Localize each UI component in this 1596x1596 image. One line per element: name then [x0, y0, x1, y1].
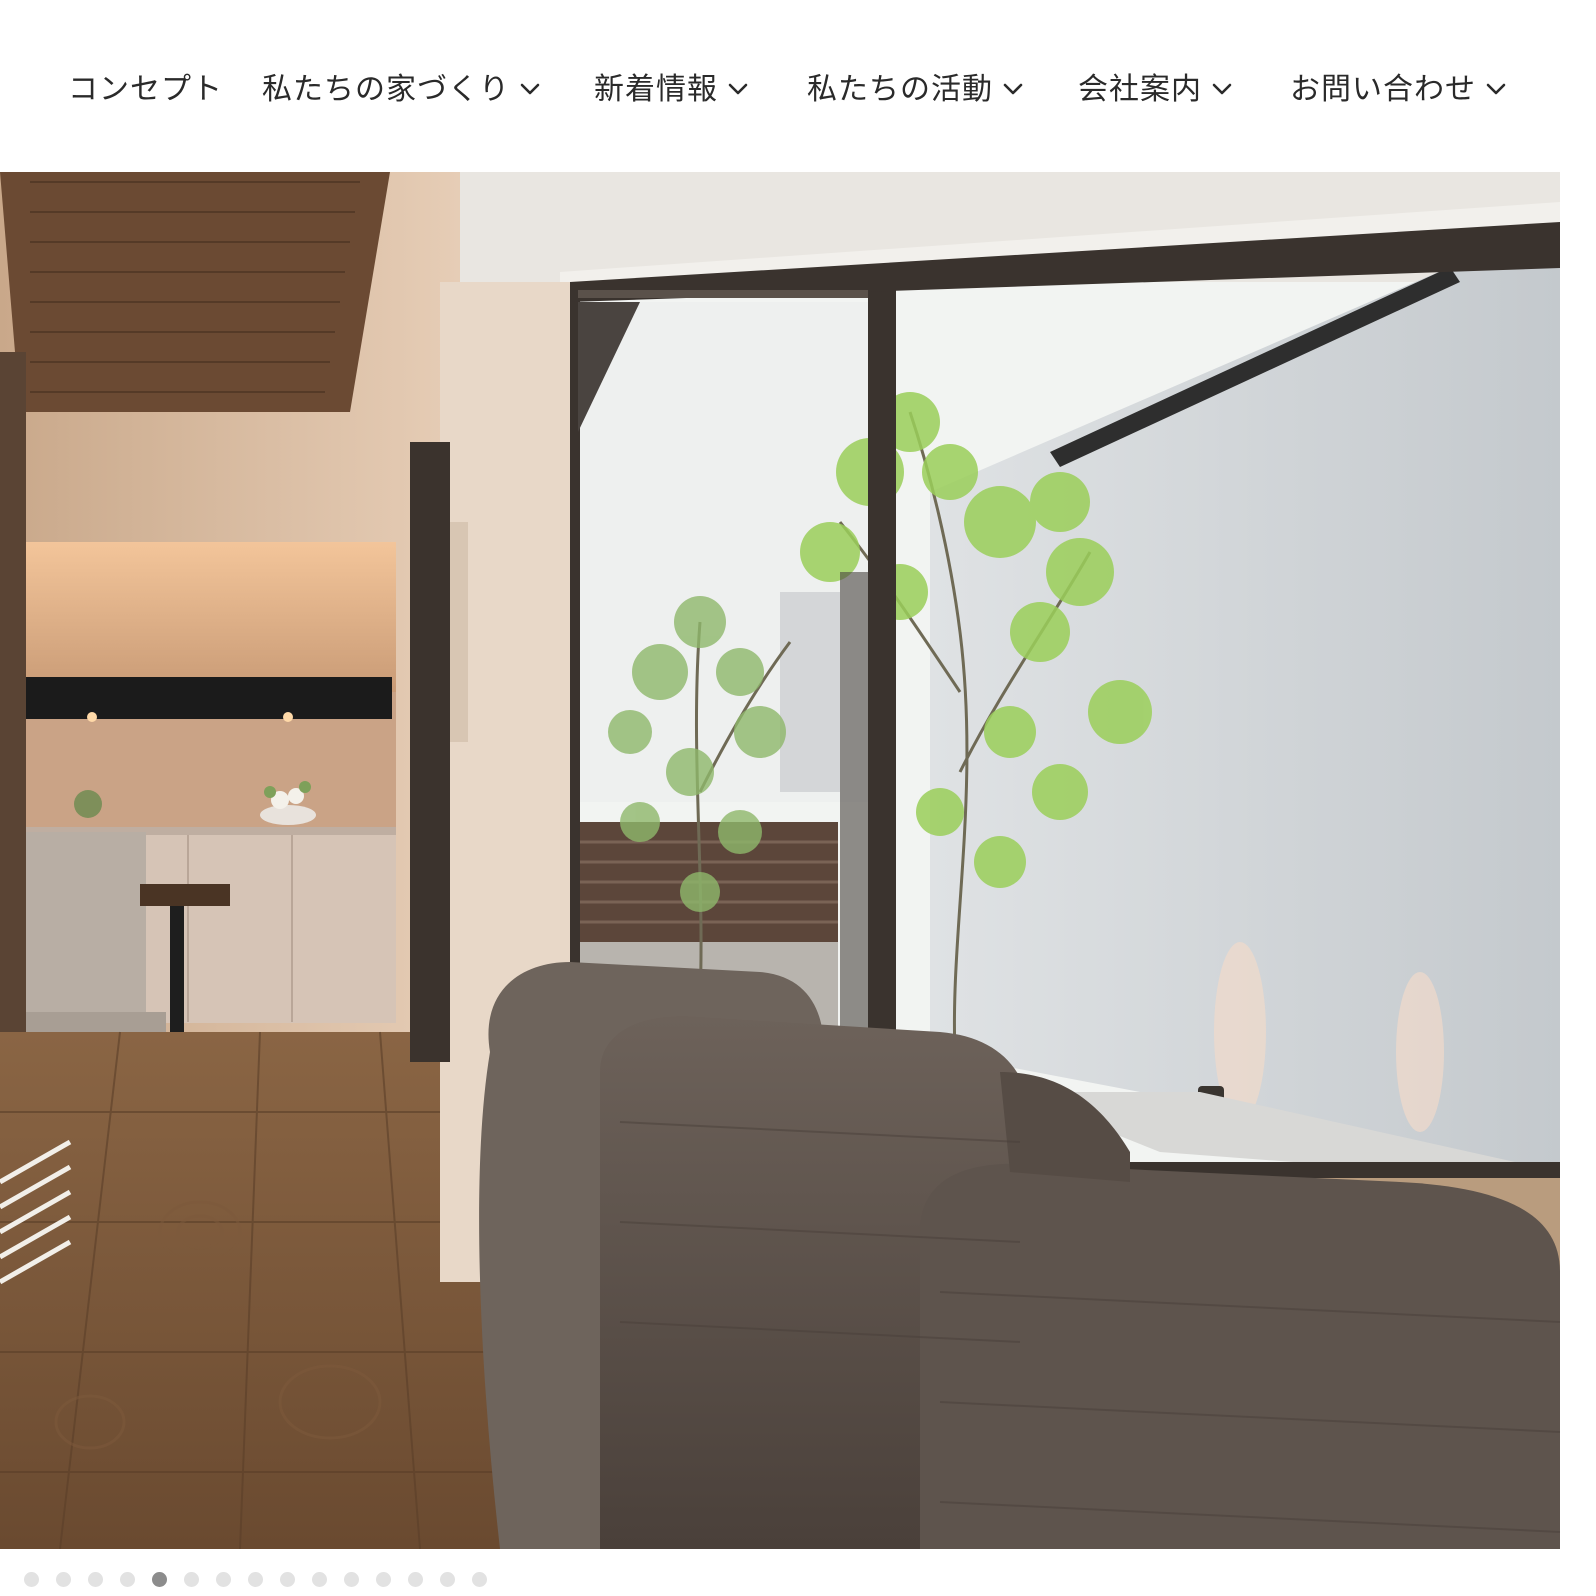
carousel-dot[interactable]: [120, 1571, 135, 1587]
chevron-down-icon[interactable]: [1210, 77, 1234, 101]
nav-item-label: 私たちの家づくり: [262, 72, 510, 107]
carousel-dot[interactable]: [152, 1571, 167, 1587]
nav-item-house-building[interactable]: 私たちの家づくり: [262, 62, 542, 110]
nav-item-label: お問い合わせ: [1290, 72, 1476, 107]
carousel-dot[interactable]: [248, 1571, 263, 1587]
carousel-dot[interactable]: [408, 1571, 423, 1587]
nav-item-news[interactable]: 新着情報: [594, 62, 750, 110]
carousel-pagination: [24, 1569, 504, 1589]
carousel-dot[interactable]: [376, 1571, 391, 1587]
carousel-dot[interactable]: [88, 1571, 103, 1587]
carousel-dot[interactable]: [184, 1571, 199, 1587]
chevron-down-icon[interactable]: [1001, 77, 1025, 101]
nav-item-concept[interactable]: コンセプト: [68, 62, 223, 110]
carousel-dot[interactable]: [472, 1571, 487, 1587]
nav-item-label: コンセプト: [68, 72, 223, 107]
hero-slide-image: [0, 172, 1560, 1549]
carousel-dot[interactable]: [312, 1571, 327, 1587]
chevron-down-icon[interactable]: [726, 77, 750, 101]
chevron-down-icon[interactable]: [518, 77, 542, 101]
carousel-dot[interactable]: [56, 1571, 71, 1587]
nav-item-label: 会社案内: [1078, 72, 1202, 107]
nav-item-label: 新着情報: [594, 72, 718, 107]
interior-photo: [0, 172, 1560, 1549]
carousel-dot[interactable]: [216, 1571, 231, 1587]
nav-item-label: 私たちの活動: [807, 72, 993, 107]
main-navigation: コンセプト 私たちの家づくり 新着情報 私たちの活動 会社案内 お問い合わせ: [0, 0, 1596, 172]
carousel-dot[interactable]: [440, 1571, 455, 1587]
carousel-dot[interactable]: [344, 1571, 359, 1587]
nav-item-activities[interactable]: 私たちの活動: [807, 62, 1025, 110]
carousel-dot[interactable]: [24, 1571, 39, 1587]
chevron-down-icon[interactable]: [1484, 77, 1508, 101]
nav-item-company[interactable]: 会社案内: [1078, 62, 1234, 110]
nav-item-contact[interactable]: お問い合わせ: [1290, 62, 1508, 110]
carousel-dot[interactable]: [280, 1571, 295, 1587]
